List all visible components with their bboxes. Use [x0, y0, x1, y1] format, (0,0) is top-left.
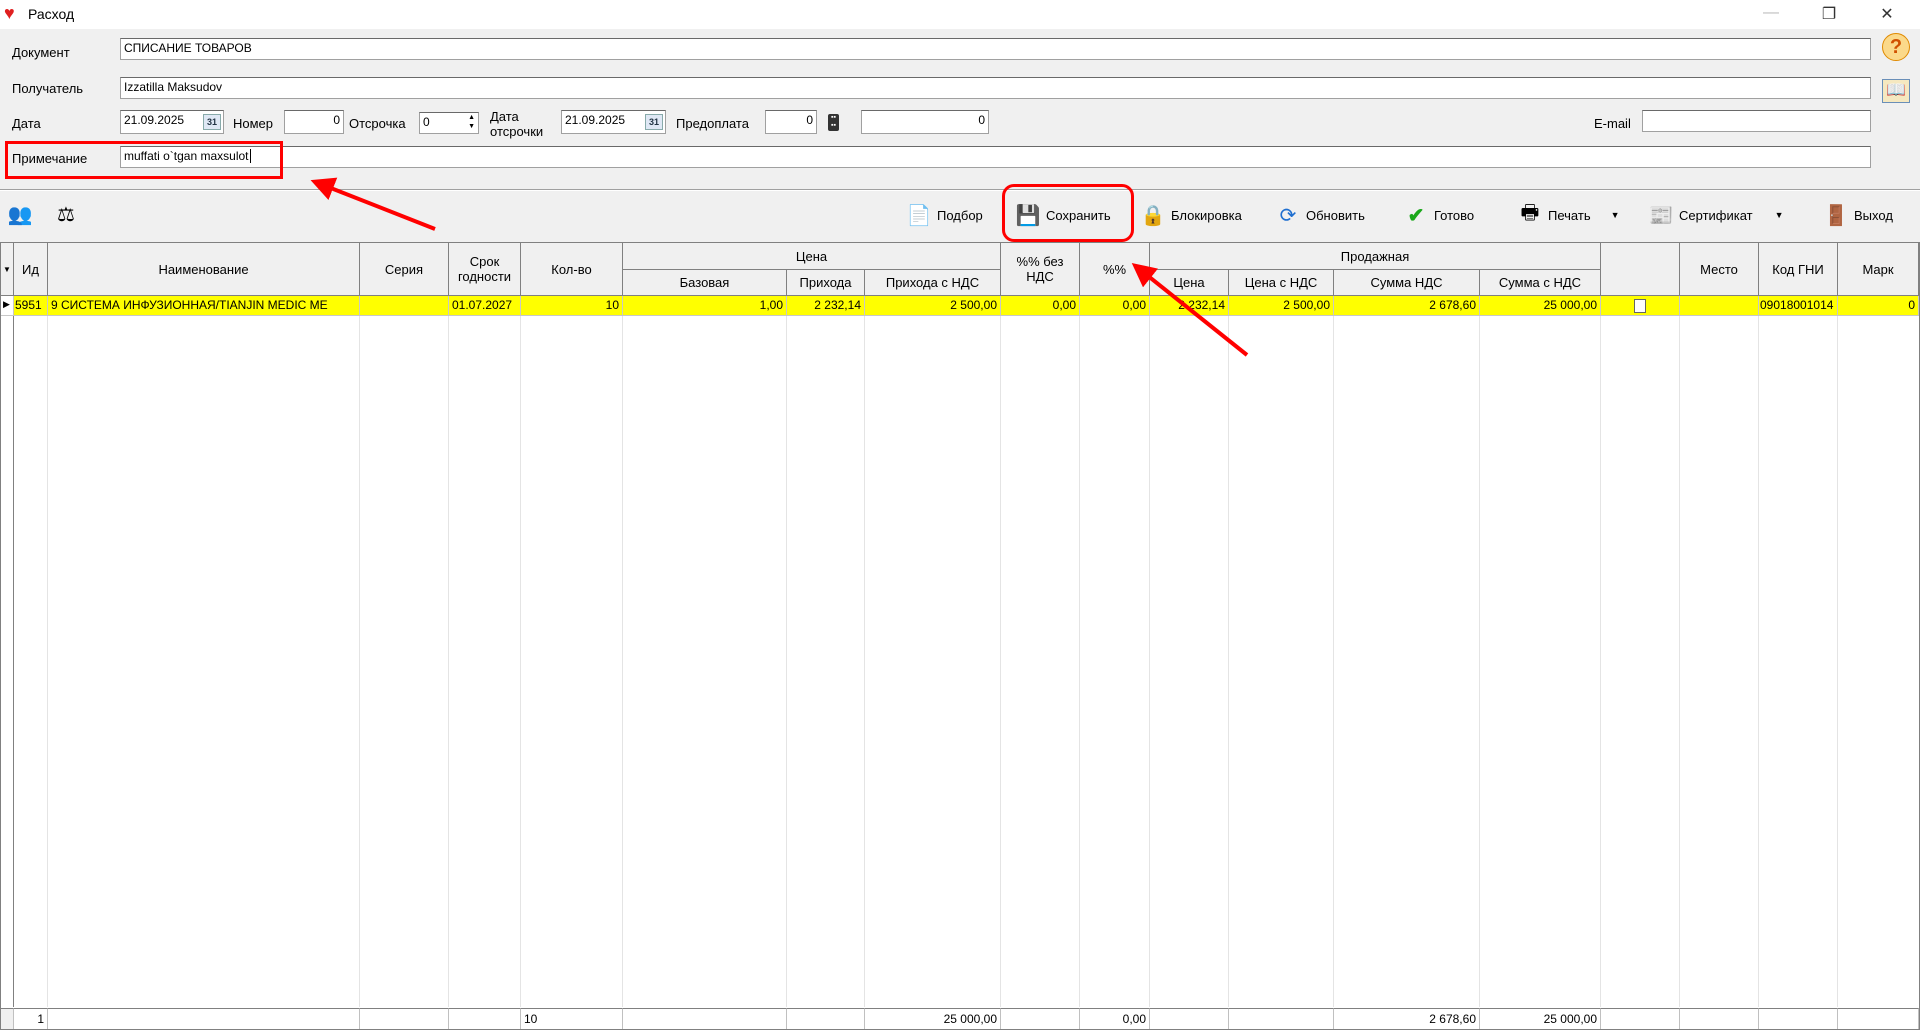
annotation-arrows [310, 177, 1249, 357]
arrow-to-note [310, 177, 436, 231]
arrow-to-pct-column [1131, 263, 1249, 357]
